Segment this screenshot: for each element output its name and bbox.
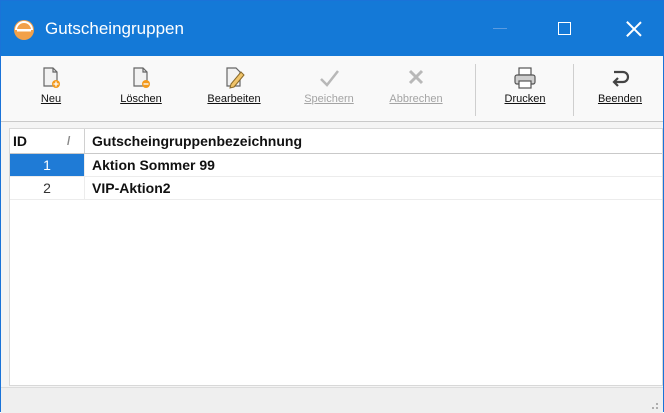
close-button[interactable] bbox=[611, 1, 657, 56]
new-document-icon bbox=[43, 67, 60, 88]
toolbar-separator bbox=[475, 64, 476, 116]
edit-button-label: Bearbeiten bbox=[207, 93, 261, 105]
toolbar-separator bbox=[573, 64, 574, 116]
cancel-x-icon bbox=[408, 69, 424, 85]
new-button[interactable]: Neu bbox=[29, 62, 73, 118]
row-name-cell: VIP-Aktion2 bbox=[92, 180, 171, 196]
delete-button[interactable]: Löschen bbox=[103, 62, 179, 118]
delete-document-icon bbox=[133, 67, 150, 88]
sort-indicator-icon: / bbox=[67, 134, 71, 148]
table-header: ID / Gutscheingruppenbezeichnung bbox=[10, 129, 662, 154]
app-window: Gutscheingruppen Neu Löschen Bearbeiten … bbox=[0, 0, 664, 413]
exit-icon bbox=[612, 70, 630, 87]
save-button-label: Speichern bbox=[304, 93, 354, 105]
coupon-app-icon bbox=[14, 20, 34, 40]
maximize-icon bbox=[557, 22, 571, 35]
row-name-cell: Aktion Sommer 99 bbox=[92, 157, 215, 173]
row-id-cell: 1 bbox=[10, 154, 84, 176]
table-row[interactable]: 1 Aktion Sommer 99 bbox=[10, 154, 662, 177]
checkmark-icon bbox=[320, 70, 339, 87]
minimize-icon bbox=[493, 28, 507, 29]
delete-button-label: Löschen bbox=[120, 93, 162, 105]
cancel-button-label: Abbrechen bbox=[389, 93, 443, 105]
status-bar bbox=[1, 387, 663, 413]
cell-divider bbox=[84, 177, 85, 199]
window-title: Gutscheingruppen bbox=[45, 19, 184, 38]
edit-pencil-icon bbox=[226, 67, 245, 89]
column-header-name[interactable]: Gutscheingruppenbezeichnung bbox=[92, 129, 302, 153]
close-icon bbox=[626, 21, 642, 37]
edit-button[interactable]: Bearbeiten bbox=[191, 62, 277, 118]
column-divider[interactable] bbox=[84, 129, 85, 153]
minimize-button[interactable] bbox=[477, 1, 523, 56]
cancel-button[interactable]: Abbrechen bbox=[377, 62, 455, 118]
new-button-label: Neu bbox=[40, 93, 62, 105]
title-bar[interactable]: Gutscheingruppen bbox=[1, 1, 663, 56]
resize-grip-icon[interactable] bbox=[649, 400, 659, 410]
table-row[interactable]: 2 VIP-Aktion2 bbox=[10, 177, 662, 200]
exit-button-label: Beenden bbox=[597, 93, 643, 105]
cell-divider bbox=[84, 154, 85, 176]
print-button[interactable]: Drucken bbox=[489, 62, 561, 118]
row-id-cell: 2 bbox=[43, 180, 51, 196]
column-header-id[interactable]: ID / bbox=[13, 129, 83, 153]
exit-button[interactable]: Beenden bbox=[585, 62, 655, 118]
save-button[interactable]: Speichern bbox=[291, 62, 367, 118]
print-button-label: Drucken bbox=[504, 93, 546, 105]
printer-icon bbox=[514, 67, 536, 89]
toolbar: Neu Löschen Bearbeiten Speichern Abbrech… bbox=[1, 56, 663, 122]
voucher-groups-table[interactable]: ID / Gutscheingruppenbezeichnung 1 Aktio… bbox=[9, 128, 663, 386]
maximize-button[interactable] bbox=[541, 1, 587, 56]
column-header-id-label: ID bbox=[13, 133, 27, 149]
